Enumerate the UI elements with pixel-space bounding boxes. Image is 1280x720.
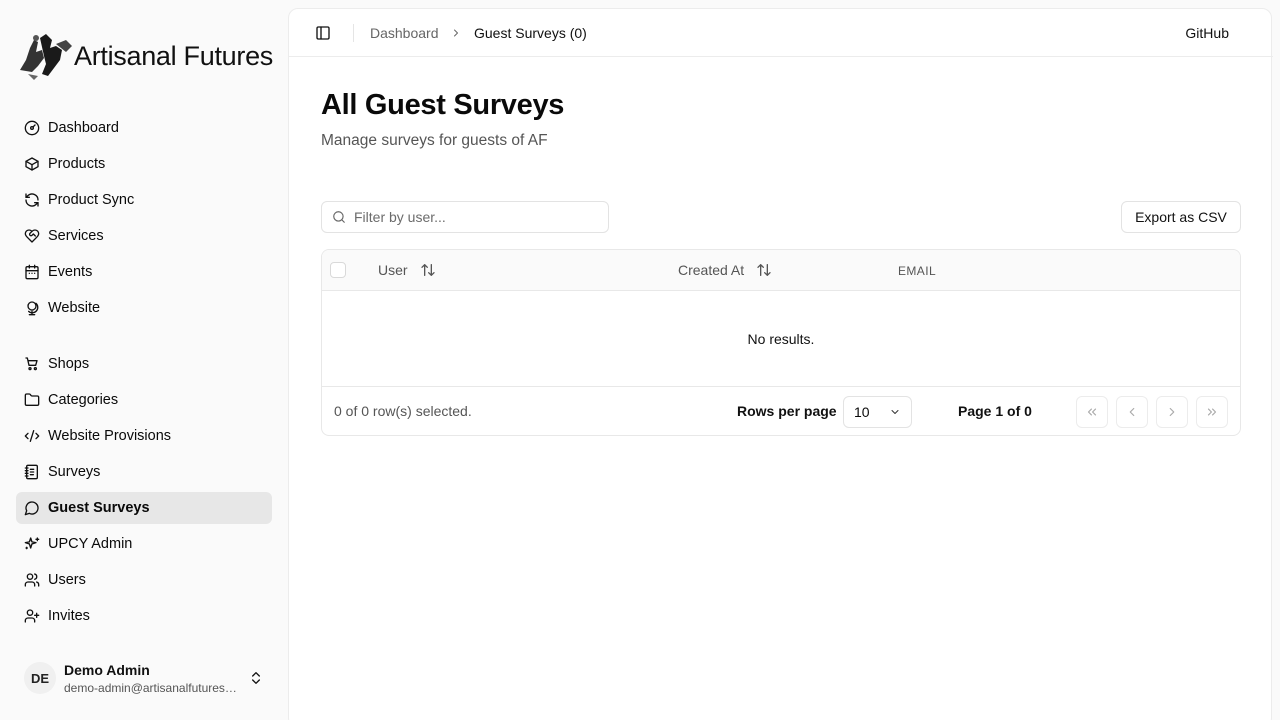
chevrons-right-icon <box>1207 408 1217 416</box>
last-page-button[interactable] <box>1196 396 1228 428</box>
sidebar-item-surveys[interactable]: Surveys <box>16 456 272 488</box>
sidebar-item-events[interactable]: Events <box>16 256 272 288</box>
search-icon <box>333 211 345 223</box>
chevron-down-icon <box>891 410 899 414</box>
calendar-icon <box>25 264 39 280</box>
sidebar-item-label: Users <box>48 572 86 588</box>
selected-count: 0 of 0 row(s) selected. <box>334 403 472 419</box>
column-header-created-at[interactable]: Created At <box>678 262 772 278</box>
code-icon <box>24 430 40 442</box>
breadcrumb-dashboard[interactable]: Dashboard <box>370 25 439 41</box>
avatar: DE <box>24 662 56 694</box>
sidebar-item-label: Website <box>48 300 101 316</box>
app-logo[interactable]: Artisanal Futures <box>16 30 273 82</box>
sidebar-item-label: Services <box>48 228 104 244</box>
chevron-right-icon <box>1169 407 1175 417</box>
export-csv-button[interactable]: Export as CSV <box>1121 201 1241 233</box>
sidebar-item-upcy-admin[interactable]: UPCY Admin <box>16 528 272 560</box>
column-label: User <box>378 262 408 278</box>
table-header: User Created At EMAIL <box>322 250 1240 291</box>
sidebar: Artisanal Futures Dashboard Products Pro… <box>0 0 288 720</box>
chevron-right-icon <box>454 29 458 37</box>
github-link[interactable]: GitHub <box>1185 25 1229 41</box>
chevrons-up-down-icon <box>252 672 260 684</box>
heart-handshake-icon <box>24 229 40 243</box>
top-bar: Dashboard Guest Surveys (0) GitHub <box>289 9 1273 57</box>
chevron-left-icon <box>1129 407 1135 417</box>
page-title: All Guest Surveys <box>321 89 565 121</box>
sidebar-item-label: Shops <box>48 356 90 372</box>
select-all-checkbox[interactable] <box>330 262 346 278</box>
sidebar-item-label: UPCY Admin <box>48 536 133 552</box>
main-panel: Dashboard Guest Surveys (0) GitHub All G… <box>288 8 1273 720</box>
sidebar-item-shops[interactable]: Shops <box>16 348 272 380</box>
sidebar-item-website[interactable]: Website <box>16 292 272 324</box>
sidebar-item-dashboard[interactable]: Dashboard <box>16 112 272 144</box>
column-header-user[interactable]: User <box>378 262 436 278</box>
page-info: Page 1 of 0 <box>958 403 1032 419</box>
sidebar-item-label: Surveys <box>48 464 101 480</box>
store-icon <box>25 357 38 371</box>
message-circle-icon <box>24 501 39 516</box>
sidebar-item-invites[interactable]: Invites <box>16 600 272 632</box>
user-menu[interactable]: DE Demo Admin demo-admin@artisanalfuture… <box>16 656 272 700</box>
sidebar-item-label: Categories <box>48 392 119 408</box>
empty-state: No results. <box>322 291 1240 387</box>
sort-icon <box>757 264 771 276</box>
next-page-button[interactable] <box>1156 396 1188 428</box>
sidebar-item-categories[interactable]: Categories <box>16 384 272 416</box>
globe-stand-icon <box>27 301 39 316</box>
sidebar-item-website-provisions[interactable]: Website Provisions <box>16 420 272 452</box>
page-subtitle: Manage surveys for guests of AF <box>321 132 548 149</box>
refresh-icon <box>25 193 39 207</box>
user-name: Demo Admin <box>64 661 150 678</box>
table-footer: 0 of 0 row(s) selected. Rows per page 10… <box>322 387 1240 435</box>
sidebar-item-label: Invites <box>48 608 90 624</box>
chevrons-left-icon <box>1087 408 1097 416</box>
gauge-icon <box>24 120 40 136</box>
breadcrumb-current: Guest Surveys (0) <box>474 25 587 41</box>
filter-user-input[interactable] <box>354 209 594 225</box>
notebook-icon <box>24 464 38 480</box>
user-info: Demo Admin demo-admin@artisanalfutures.o… <box>64 662 240 695</box>
sidebar-item-label: Products <box>48 156 106 172</box>
sidebar-toggle-icon[interactable] <box>315 25 331 41</box>
rows-per-page-label: Rows per page <box>737 403 837 419</box>
previous-page-button[interactable] <box>1116 396 1148 428</box>
package-icon <box>25 157 39 171</box>
user-plus-icon <box>24 609 40 623</box>
sidebar-item-label: Website Provisions <box>48 428 172 444</box>
column-label: Created At <box>678 262 745 278</box>
surveys-table: User Created At EMAIL No results. 0 of 0… <box>321 249 1241 436</box>
sidebar-item-label: Events <box>48 264 93 280</box>
column-header-email: EMAIL <box>898 264 937 278</box>
sort-icon <box>420 264 435 276</box>
first-page-button[interactable] <box>1076 396 1108 428</box>
users-icon <box>24 573 40 587</box>
sidebar-item-label: Product Sync <box>48 192 135 208</box>
sidebar-item-users[interactable]: Users <box>16 564 272 596</box>
hands-logo-icon <box>20 34 72 80</box>
rows-per-page-select[interactable]: 10 <box>843 396 912 428</box>
folder-icon <box>24 393 40 406</box>
sidebar-item-products[interactable]: Products <box>16 148 272 180</box>
sidebar-item-label: Dashboard <box>48 120 119 136</box>
rows-per-page-value: 10 <box>854 404 870 420</box>
sidebar-item-product-sync[interactable]: Product Sync <box>16 184 272 216</box>
topbar-divider <box>353 24 354 42</box>
sidebar-item-label: Guest Surveys <box>48 500 150 516</box>
sidebar-item-guest-surveys[interactable]: Guest Surveys <box>16 492 272 524</box>
app-name: Artisanal Futures <box>74 40 273 71</box>
user-email: demo-admin@artisanalfutures.org <box>64 680 240 695</box>
filter-box <box>321 201 609 233</box>
sparkles-icon <box>24 537 40 550</box>
sidebar-item-services[interactable]: Services <box>16 220 272 252</box>
